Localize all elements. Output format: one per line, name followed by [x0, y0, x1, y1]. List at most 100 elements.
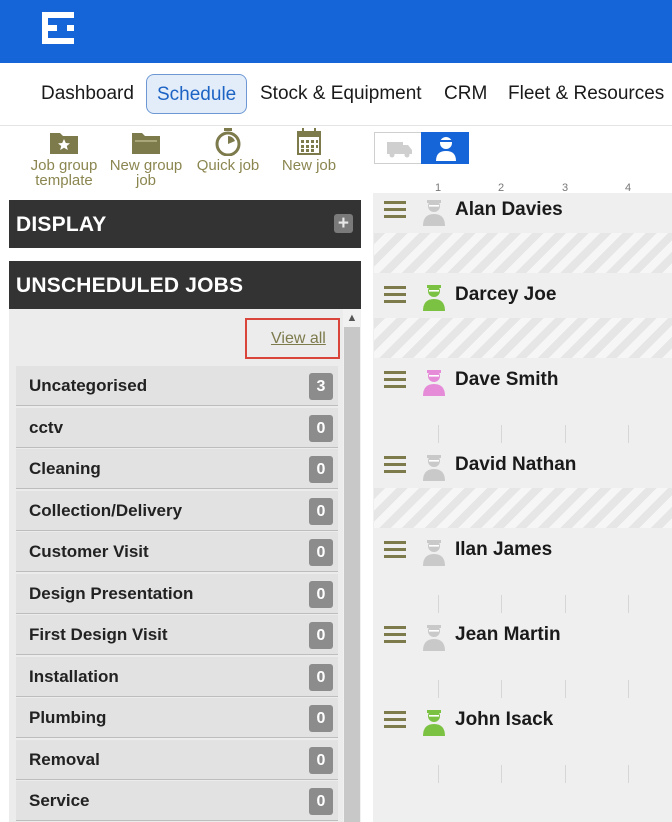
app-logo-icon[interactable]: [42, 12, 74, 44]
job-category-row[interactable]: Cleaning 0: [16, 449, 338, 489]
job-category-count-badge: 0: [309, 705, 333, 732]
menu-icon[interactable]: [384, 286, 406, 304]
job-category-label: First Design Visit: [29, 625, 168, 644]
resource-avatar-icon: [423, 540, 445, 566]
resource-header: Alan Davies: [374, 193, 672, 233]
job-category-count-badge: 0: [309, 415, 333, 442]
job-category-row[interactable]: Uncategorised 3: [16, 366, 338, 406]
job-group-template-label-2: template: [35, 172, 93, 189]
job-category-label: Uncategorised: [29, 376, 148, 395]
job-category-count-badge: 0: [309, 622, 333, 649]
timeline-tick: [565, 765, 566, 783]
resource-name[interactable]: Alan Davies: [455, 199, 563, 221]
job-category-row[interactable]: Design Presentation 0: [16, 574, 338, 614]
nav-schedule[interactable]: Schedule: [146, 74, 248, 114]
job-category-row[interactable]: cctv 0: [16, 408, 338, 448]
resource-avatar-icon: [423, 710, 445, 736]
job-group-template-button[interactable]: Job group template: [24, 128, 104, 188]
resource-timeline[interactable]: [374, 658, 672, 698]
timeline-tick: [565, 425, 566, 443]
job-category-label: Service: [29, 791, 90, 810]
job-category-label: Customer Visit: [29, 542, 149, 561]
menu-icon[interactable]: [384, 541, 406, 559]
job-category-row[interactable]: Installation 0: [16, 657, 338, 697]
display-panel-header[interactable]: DISPLAY +: [9, 200, 361, 248]
job-category-row[interactable]: Collection/Delivery 0: [16, 491, 338, 531]
new-group-job-button[interactable]: New group job: [106, 128, 186, 188]
scroll-up-icon[interactable]: ▲: [346, 313, 358, 324]
timeline-tick: [438, 425, 439, 443]
job-category-label: Collection/Delivery: [29, 501, 183, 520]
resource-name[interactable]: Ilan James: [455, 539, 552, 561]
quick-job-button[interactable]: Quick job: [188, 128, 268, 173]
new-group-job-label-1: New group: [109, 157, 183, 174]
resource-header: Dave Smith: [374, 363, 672, 403]
job-category-row[interactable]: Removal 0: [16, 740, 338, 780]
person-view-toggle[interactable]: [421, 132, 469, 164]
job-category-count-badge: 0: [309, 664, 333, 691]
resource-avatar-icon: [423, 200, 445, 226]
resource-name[interactable]: John Isack: [455, 709, 553, 731]
job-category-row[interactable]: Service 0: [16, 781, 338, 821]
nav-dashboard[interactable]: Dashboard: [41, 74, 134, 114]
resource-timeline[interactable]: [374, 743, 672, 783]
timeline-tick: [501, 680, 502, 698]
job-category-count-badge: 0: [309, 498, 333, 525]
calendar-icon: [297, 128, 321, 155]
new-job-button[interactable]: New job: [269, 128, 349, 173]
resource-timeline[interactable]: [374, 318, 672, 358]
job-category-label: Design Presentation: [29, 584, 194, 603]
timeline-tick: [501, 595, 502, 613]
nav-stock-equipment[interactable]: Stock & Equipment: [260, 74, 422, 114]
main-nav: Dashboard Schedule Stock & Equipment CRM…: [0, 63, 672, 126]
resource-row: Jean Martin: [374, 618, 672, 704]
job-category-row[interactable]: Customer Visit 0: [16, 532, 338, 572]
timeline-tick: [565, 595, 566, 613]
resource-name[interactable]: Darcey Joe: [455, 284, 556, 306]
menu-icon[interactable]: [384, 626, 406, 644]
expand-plus-icon[interactable]: +: [334, 214, 353, 233]
new-group-job-label-2: job: [135, 172, 157, 189]
timeline-tick: [438, 680, 439, 698]
view-all-link[interactable]: View all: [271, 330, 326, 348]
resource-timeline[interactable]: [374, 403, 672, 443]
nav-fleet-resources[interactable]: Fleet & Resources: [508, 74, 664, 114]
resource-timeline[interactable]: [374, 233, 672, 273]
resource-name[interactable]: Jean Martin: [455, 624, 561, 646]
resource-name[interactable]: Dave Smith: [455, 369, 558, 391]
timeline-tick: [501, 425, 502, 443]
timeline-tick: [628, 595, 629, 613]
van-icon: [387, 142, 412, 158]
jobs-scroll-thumb[interactable]: [344, 327, 360, 822]
menu-icon[interactable]: [384, 711, 406, 729]
resource-row: Ilan James: [374, 533, 672, 619]
resource-timeline[interactable]: [374, 573, 672, 613]
resource-timeline[interactable]: [374, 488, 672, 528]
timeline-tick: [501, 765, 502, 783]
job-category-label: Plumbing: [29, 708, 107, 727]
resource-row: Alan Davies: [374, 193, 672, 279]
nav-crm[interactable]: CRM: [444, 74, 487, 114]
menu-icon[interactable]: [384, 201, 406, 219]
job-category-label: Installation: [29, 667, 119, 686]
menu-icon[interactable]: [384, 371, 406, 389]
unscheduled-jobs-title: UNSCHEDULED JOBS: [16, 274, 244, 297]
timeline-tick: [628, 765, 629, 783]
resource-header: John Isack: [374, 703, 672, 743]
unscheduled-jobs-header: UNSCHEDULED JOBS: [9, 261, 361, 309]
menu-icon[interactable]: [384, 456, 406, 474]
job-category-row[interactable]: Plumbing 0: [16, 698, 338, 738]
resource-row: John Isack: [374, 703, 672, 789]
vehicle-view-toggle[interactable]: [374, 132, 422, 164]
resource-avatar-icon: [423, 625, 445, 651]
job-category-row[interactable]: First Design Visit 0: [16, 615, 338, 655]
job-group-template-label-1: Job group: [30, 157, 98, 174]
person-icon: [436, 137, 456, 161]
job-category-count-badge: 0: [309, 788, 333, 815]
resource-avatar-icon: [423, 370, 445, 396]
timeline-tick: [565, 680, 566, 698]
display-panel-title: DISPLAY: [16, 213, 107, 236]
resource-row: Dave Smith: [374, 363, 672, 449]
resource-name[interactable]: David Nathan: [455, 454, 576, 476]
job-category-count-badge: 0: [309, 747, 333, 774]
